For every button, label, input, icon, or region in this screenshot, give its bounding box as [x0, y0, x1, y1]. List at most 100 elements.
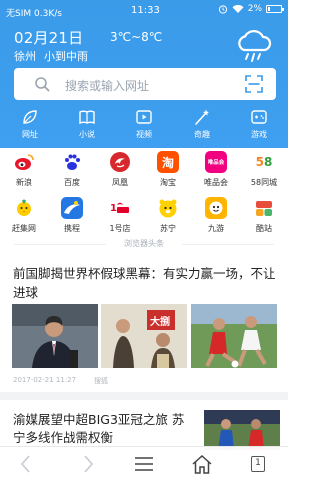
site-shortcuts-grid: 新浪 百度 凤凰 淘 淘宝 唯品会 唯品会 58 58同城 赶集网 携程 1 1… [0, 148, 288, 240]
news-image [12, 304, 98, 368]
nav-item-url[interactable]: 网址 [2, 106, 58, 146]
shortcut-label: 百度 [64, 178, 80, 187]
news-image: 大捌 [101, 304, 187, 368]
phoenix-icon [109, 151, 131, 173]
shortcut-58[interactable]: 58 58同城 [240, 148, 288, 192]
kuzhan-icon [253, 197, 275, 219]
jiuyou-icon [205, 197, 227, 219]
shortcut-label: 九游 [208, 224, 224, 233]
shortcut-label: 唯品会 [204, 178, 228, 187]
news-images[interactable]: 大捌 [12, 304, 277, 368]
yhd-icon: 1 [109, 197, 131, 219]
back-icon [20, 455, 30, 473]
search-icon [35, 77, 50, 92]
news-title[interactable]: 渝媒展望中超BIG3亚冠之旅 苏宁多线作战需权衡 [13, 411, 191, 447]
clock: 11:33 [131, 5, 160, 16]
svg-text:1: 1 [110, 203, 117, 214]
forward-icon [84, 455, 94, 473]
shortcut-label: 新浪 [16, 178, 32, 187]
shortcut-label: 赶集网 [12, 224, 36, 233]
home-button[interactable] [190, 453, 214, 475]
weibo-icon [13, 151, 35, 173]
quick-nav: 网址 小说 视频 奇趣 游戏 [0, 106, 288, 146]
news-image [191, 304, 277, 368]
menu-icon [135, 457, 153, 471]
news-image[interactable] [204, 410, 280, 450]
shortcut-vip[interactable]: 唯品会 唯品会 [192, 148, 240, 192]
nav-label: 游戏 [251, 130, 267, 139]
menu-button[interactable] [132, 453, 156, 475]
shortcut-label: 58同城 [250, 178, 278, 187]
taobao-icon: 淘 [157, 151, 179, 173]
shortcut-ganji[interactable]: 赶集网 [0, 194, 48, 238]
feed-separator [0, 392, 288, 400]
battery-percent: 2% [247, 4, 262, 14]
browser-header: 无SIM 0.3K/s 11:33 2% 02月21日 3℃~8℃ 徐州 小到中… [0, 0, 288, 148]
shortcut-label: 1号店 [109, 224, 131, 233]
nav-item-fun[interactable]: 奇趣 [174, 106, 230, 146]
shortcut-baidu[interactable]: 百度 [48, 148, 96, 192]
shortcut-label: 淘宝 [160, 178, 176, 187]
network-speed: 0.3K/s [34, 9, 62, 19]
nav-label: 奇趣 [194, 130, 210, 139]
weather-condition: 小到中雨 [44, 50, 88, 63]
ganji-icon [13, 197, 35, 219]
wifi-icon [232, 5, 244, 13]
vip-icon: 唯品会 [205, 151, 227, 173]
bottom-toolbar: 1 [0, 446, 288, 480]
forward-button[interactable] [76, 453, 100, 475]
nav-label: 小说 [79, 130, 95, 139]
nav-label: 视频 [136, 130, 152, 139]
news-title[interactable]: 前国脚揭世界杯假球黑幕：有实力赢一场，不让进球 [13, 264, 277, 302]
status-bar: 无SIM 0.3K/s 11:33 2% [0, 0, 288, 22]
back-button[interactable] [14, 453, 38, 475]
video-icon [136, 110, 152, 124]
shortcut-yhd[interactable]: 1 1号店 [96, 194, 144, 238]
shortcut-ctrip[interactable]: 携程 [48, 194, 96, 238]
58-glyph: 58 [255, 155, 273, 169]
carrier-speed: 无SIM 0.3K/s [6, 6, 62, 19]
weather-date: 02月21日 [14, 29, 84, 47]
nav-item-games[interactable]: 游戏 [231, 106, 287, 146]
shortcut-ifeng[interactable]: 凤凰 [96, 148, 144, 192]
book-icon [79, 110, 95, 125]
section-title: 浏览器头条 [0, 238, 288, 252]
svg-text:大捌: 大捌 [150, 315, 170, 328]
baidu-paw-icon [61, 151, 83, 173]
shortcut-kuzhan[interactable]: 酷站 [240, 194, 288, 238]
suning-icon [157, 197, 179, 219]
qr-scan-icon[interactable] [244, 74, 264, 94]
shortcut-sina[interactable]: 新浪 [0, 148, 48, 192]
gamepad-icon [251, 110, 267, 124]
shortcut-suning[interactable]: 苏宁 [144, 194, 192, 238]
status-icons: 2% [218, 4, 284, 14]
taobao-glyph: 淘 [161, 155, 174, 170]
nav-item-video[interactable]: 视频 [116, 106, 172, 146]
battery-icon [266, 5, 284, 13]
magic-icon [195, 109, 209, 125]
nav-label: 网址 [22, 130, 38, 139]
ctrip-icon [61, 197, 83, 219]
news-date: 2017-02-21 11:27 [13, 376, 77, 384]
carrier-text: 无SIM [6, 9, 32, 19]
vip-glyph: 唯品会 [207, 160, 225, 166]
shortcut-label: 凤凰 [112, 178, 128, 187]
weather-city[interactable]: 徐州 [14, 48, 36, 64]
search-bar[interactable]: 搜索或输入网址 [14, 68, 276, 100]
search-input[interactable]: 搜索或输入网址 [65, 77, 149, 94]
weather-temperature: 3℃~8℃ [110, 30, 163, 44]
shortcut-taobao[interactable]: 淘 淘宝 [144, 148, 192, 192]
cloud-rain-icon[interactable] [234, 28, 272, 64]
home-icon [192, 454, 212, 474]
shortcut-label: 酷站 [256, 224, 272, 233]
tabs-button[interactable]: 1 [246, 453, 270, 475]
news-source: 搜狐 [94, 377, 108, 385]
shortcut-label: 携程 [64, 224, 80, 233]
tab-count: 1 [251, 456, 265, 472]
nav-item-novel[interactable]: 小说 [59, 106, 115, 146]
leaf-icon [23, 110, 37, 124]
58-icon: 58 [253, 151, 275, 173]
shortcut-jiuyou[interactable]: 九游 [192, 194, 240, 238]
alarm-icon [218, 5, 227, 14]
shortcut-label: 苏宁 [160, 224, 176, 233]
